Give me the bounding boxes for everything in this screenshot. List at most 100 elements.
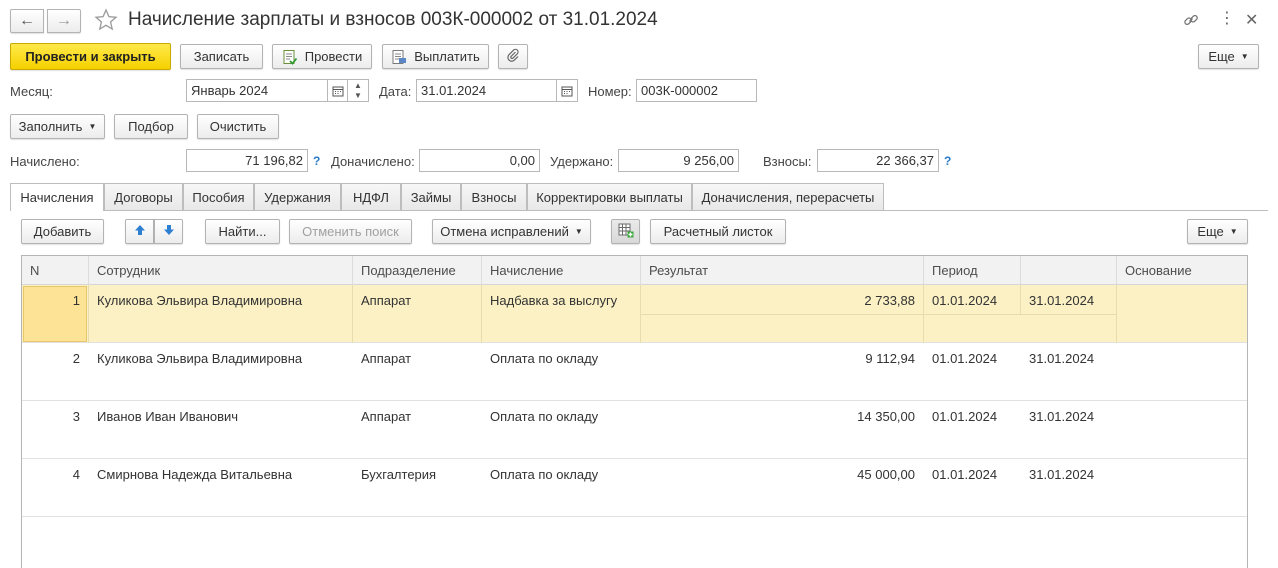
tab-benefits[interactable]: Пособия	[183, 183, 254, 210]
pay-label: Выплатить	[414, 49, 480, 64]
tab-ndfl[interactable]: НДФЛ	[341, 183, 401, 210]
row-period-end: 31.01.2024	[1029, 293, 1095, 308]
table-more-button[interactable]: Еще ▼	[1187, 219, 1248, 244]
number-field[interactable]: 003К-000002	[636, 79, 757, 102]
favorite-star-icon[interactable]	[94, 8, 118, 35]
column-header-n[interactable]: N	[22, 256, 88, 285]
row-result: 45 000,00	[857, 467, 915, 482]
column-header-accrual[interactable]: Начисление	[481, 256, 640, 285]
column-header-result[interactable]: Результат	[640, 256, 923, 285]
row-accrual: Оплата по окладу	[490, 467, 599, 482]
month-stepper[interactable]: ▲ ▼	[348, 79, 369, 102]
cancel-search-button[interactable]: Отменить поиск	[289, 219, 412, 244]
more-vertical-icon[interactable]: ⋮	[1219, 11, 1235, 27]
post-and-close-button[interactable]: Провести и закрыть	[10, 43, 171, 70]
tab-label: Договоры	[114, 189, 173, 205]
forward-button[interactable]: →	[47, 9, 81, 33]
date-calendar-icon[interactable]	[557, 79, 578, 102]
row-department: Аппарат	[361, 351, 412, 366]
row-divider	[352, 285, 353, 343]
column-header-employee[interactable]: Сотрудник	[88, 256, 352, 285]
row-number: 1	[72, 293, 80, 308]
row-employee: Иванов Иван Иванович	[97, 409, 239, 424]
table-row[interactable]: 3 Иванов Иван Иванович Аппарат Оплата по…	[22, 401, 1247, 459]
table-row[interactable]: 1 Куликова Эльвира Владимировна Аппарат …	[22, 285, 1247, 343]
contributions-help-icon[interactable]: ?	[944, 154, 951, 168]
add-row-button[interactable]: Добавить	[21, 219, 104, 244]
tab-recalculations[interactable]: Доначисления, перерасчеты	[692, 183, 884, 210]
table-row[interactable]: 4 Смирнова Надежда Витальевна Бухгалтери…	[22, 459, 1247, 517]
pay-button[interactable]: Выплатить	[382, 44, 489, 69]
tab-loans[interactable]: Займы	[401, 183, 461, 210]
tabs-baseline	[10, 210, 1268, 211]
column-header-period[interactable]: Период	[923, 256, 1020, 285]
month-field[interactable]: Январь 2024	[186, 79, 328, 102]
column-header-period-end[interactable]	[1020, 256, 1116, 285]
contributions-field: 22 366,37	[817, 149, 939, 172]
back-button[interactable]: ←	[10, 9, 44, 33]
row-number: 2	[72, 351, 80, 366]
row-number: 4	[72, 467, 80, 482]
row-accrual: Оплата по окладу	[490, 351, 599, 366]
number-label: Номер:	[588, 84, 632, 99]
tab-label: Удержания	[264, 189, 331, 205]
move-down-button[interactable]	[154, 219, 183, 244]
tab-accruals[interactable]: Начисления	[10, 183, 104, 211]
row-department: Аппарат	[361, 409, 412, 424]
fill-button[interactable]: Заполнить ▼	[10, 114, 105, 139]
link-icon[interactable]	[1183, 12, 1199, 31]
tab-contributions[interactable]: Взносы	[461, 183, 527, 210]
row-divider	[481, 285, 482, 343]
add-label: Добавить	[33, 224, 92, 239]
tab-contracts[interactable]: Договоры	[104, 183, 183, 210]
withheld-label: Удержано:	[550, 154, 614, 169]
select-button[interactable]: Подбор	[114, 114, 188, 139]
table-header: N Сотрудник Подразделение Начисление Рез…	[22, 256, 1247, 285]
row-period-start: 01.01.2024	[932, 467, 998, 482]
calendar-icon[interactable]	[328, 79, 348, 102]
payment-document-icon	[391, 49, 407, 65]
extra-accrued-field: 0,00	[419, 149, 540, 172]
tab-label: Начисления	[20, 190, 94, 205]
page-title: Начисление зарплаты и взносов 003К-00000…	[128, 9, 658, 30]
row-divider	[1020, 285, 1021, 314]
row-period-end: 31.01.2024	[1029, 467, 1095, 482]
clear-button[interactable]: Очистить	[197, 114, 279, 139]
move-up-button[interactable]	[125, 219, 154, 244]
tab-payment-adjustments[interactable]: Корректировки выплаты	[527, 183, 692, 210]
row-accrual: Надбавка за выслугу	[490, 293, 618, 308]
undo-fixes-button[interactable]: Отмена исправлений ▼	[432, 219, 591, 244]
attach-button[interactable]	[498, 44, 528, 69]
dropdown-arrow-icon: ▼	[1229, 227, 1238, 236]
tab-label: НДФЛ	[353, 189, 389, 205]
row-period-start: 01.01.2024	[932, 293, 998, 308]
month-label: Месяц:	[10, 84, 53, 99]
column-header-department[interactable]: Подразделение	[352, 256, 481, 285]
post-button[interactable]: Провести	[272, 44, 372, 69]
column-header-basis[interactable]: Основание	[1116, 256, 1247, 285]
close-icon[interactable]: ✕	[1245, 10, 1258, 30]
more-label: Еще	[1208, 49, 1235, 64]
table-row[interactable]: 2 Куликова Эльвира Владимировна Аппарат …	[22, 343, 1247, 401]
arrow-right-icon: →	[56, 12, 72, 29]
tab-deductions[interactable]: Удержания	[254, 183, 341, 210]
more-button[interactable]: Еще ▼	[1198, 44, 1259, 69]
withheld-field: 9 256,00	[618, 149, 739, 172]
contributions-label: Взносы:	[763, 154, 812, 169]
table-add-column-icon	[618, 222, 634, 241]
date-field[interactable]: 31.01.2024	[416, 79, 557, 102]
save-button[interactable]: Записать	[180, 44, 263, 69]
fill-label: Заполнить	[18, 119, 83, 134]
extra-accrued-label: Доначислено:	[331, 154, 415, 169]
row-result: 9 112,94	[865, 351, 915, 366]
table-settings-button[interactable]	[611, 219, 640, 244]
find-button[interactable]: Найти...	[205, 219, 280, 244]
payslip-label: Расчетный листок	[663, 224, 773, 239]
payslip-button[interactable]: Расчетный листок	[650, 219, 786, 244]
tab-label: Корректировки выплаты	[536, 189, 683, 205]
row-period-end: 31.01.2024	[1029, 409, 1095, 424]
post-label: Провести	[304, 49, 363, 64]
accruals-table[interactable]: N Сотрудник Подразделение Начисление Рез…	[21, 255, 1248, 568]
row-employee: Смирнова Надежда Витальевна	[97, 467, 293, 482]
accrued-help-icon[interactable]: ?	[313, 154, 320, 168]
